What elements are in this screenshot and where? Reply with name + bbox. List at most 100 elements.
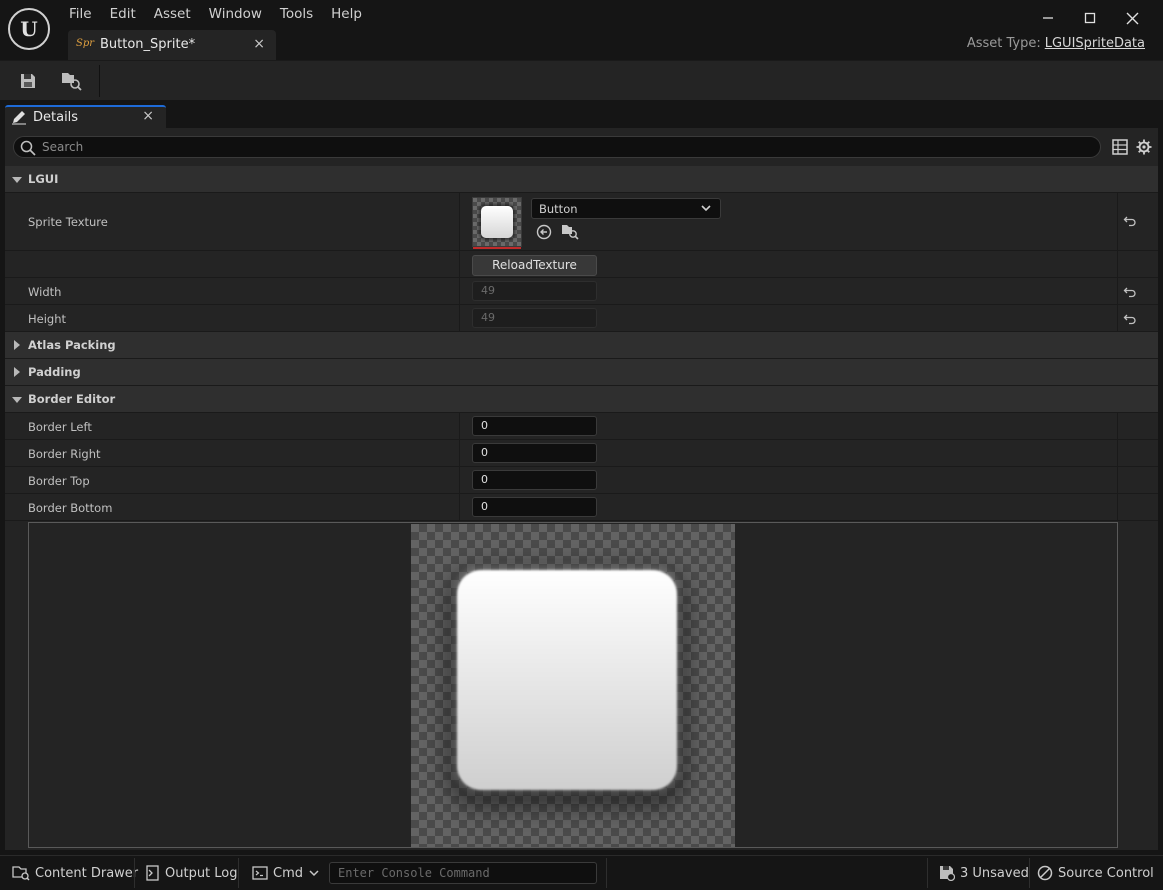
- menu-bar: File Edit Asset Window Tools Help: [60, 4, 371, 24]
- reset-column-divider: [1117, 305, 1118, 331]
- unreal-logo[interactable]: U: [8, 8, 50, 50]
- browse-icon[interactable]: [561, 224, 579, 240]
- column-splitter: [459, 251, 460, 277]
- output-log-button[interactable]: Output Log: [146, 856, 238, 890]
- title-bar: U File Edit Asset Window Tools Help Spr …: [0, 0, 1163, 60]
- window-controls: [1027, 6, 1153, 30]
- reset-column-divider: [1117, 440, 1118, 466]
- console-command-input[interactable]: [330, 863, 596, 883]
- width-label: Width: [28, 285, 62, 299]
- border-left-field[interactable]: 0: [472, 416, 597, 436]
- sprite-texture-thumbnail[interactable]: [472, 197, 522, 249]
- reset-arrow-icon[interactable]: [1123, 312, 1137, 326]
- unsaved-button[interactable]: 3 Unsaved: [939, 856, 1029, 890]
- details-search-bar: [13, 136, 1101, 158]
- border-bottom-field[interactable]: 0: [472, 497, 597, 517]
- column-splitter: [459, 413, 460, 439]
- expand-arrow-icon[interactable]: [12, 397, 22, 403]
- border-editor-preview[interactable]: [28, 522, 1118, 848]
- reset-column-divider: [1117, 467, 1118, 493]
- maximize-icon: [1084, 12, 1096, 24]
- status-separator: [606, 858, 607, 888]
- category-lgui[interactable]: LGUI: [5, 166, 1158, 193]
- status-bar: Content Drawer Output Log Cmd 3 Unsaved: [0, 855, 1163, 890]
- asset-picker-value: Button: [539, 202, 578, 216]
- status-separator: [134, 858, 135, 888]
- document-tab-title: Button_Sprite*: [100, 37, 196, 52]
- details-search-input[interactable]: [42, 137, 1092, 157]
- reload-texture-row: ReloadTexture: [5, 251, 1158, 278]
- browse-to-asset-button[interactable]: [57, 68, 85, 94]
- document-tab-close-button[interactable]: ×: [253, 36, 265, 52]
- column-splitter: [459, 467, 460, 493]
- status-separator: [927, 858, 928, 888]
- status-separator: [238, 858, 239, 888]
- status-separator: [1029, 858, 1030, 888]
- border-right-field[interactable]: 0: [472, 443, 597, 463]
- sprite-preview-canvas[interactable]: [411, 524, 735, 847]
- height-field: 49: [472, 308, 597, 328]
- chevron-down-icon: [701, 205, 711, 212]
- menu-edit[interactable]: Edit: [101, 4, 145, 24]
- asset-type-info: Asset Type: LGUISpriteData: [967, 36, 1145, 51]
- column-splitter: [459, 494, 460, 520]
- border-top-field[interactable]: 0: [472, 470, 597, 490]
- unsaved-label: 3 Unsaved: [960, 865, 1029, 881]
- browse-asset-icon: [62, 73, 82, 91]
- reset-column-divider: [1117, 193, 1118, 250]
- details-tab[interactable]: Details ×: [5, 105, 166, 128]
- use-selected-icon[interactable]: [536, 224, 552, 240]
- source-control-label: Source Control: [1058, 865, 1154, 881]
- reset-column-divider: [1117, 278, 1118, 304]
- minimize-button[interactable]: [1027, 6, 1069, 30]
- pencil-icon: [12, 111, 26, 125]
- expand-arrow-icon[interactable]: [14, 340, 20, 350]
- expand-arrow-icon[interactable]: [14, 367, 20, 377]
- border-bottom-label: Border Bottom: [28, 501, 113, 515]
- details-panel: LGUI Sprite Texture Button Re: [5, 128, 1158, 850]
- sprite-texture-row: Sprite Texture Button: [5, 193, 1158, 251]
- gear-icon[interactable]: [1136, 139, 1152, 155]
- output-log-icon: [146, 865, 159, 881]
- reset-column-divider: [1117, 413, 1118, 439]
- table-view-icon[interactable]: [1112, 139, 1128, 155]
- border-left-label: Border Left: [28, 420, 92, 434]
- close-icon: [1126, 12, 1138, 24]
- content-drawer-label: Content Drawer: [35, 865, 139, 881]
- category-label: Border Editor: [28, 392, 116, 406]
- menu-help[interactable]: Help: [322, 4, 371, 24]
- asset-type-link[interactable]: LGUISpriteData: [1045, 36, 1145, 51]
- reset-arrow-icon[interactable]: [1123, 285, 1137, 299]
- reset-arrow-icon[interactable]: [1123, 214, 1137, 228]
- sprite-texture-asset-picker[interactable]: Button: [531, 198, 721, 219]
- save-button[interactable]: [14, 68, 42, 94]
- height-row: Height 49: [5, 305, 1158, 332]
- chevron-down-icon: [309, 870, 319, 877]
- expand-arrow-icon[interactable]: [12, 177, 22, 183]
- source-control-button[interactable]: Source Control: [1037, 856, 1154, 890]
- asset-type-label: Asset Type:: [966, 36, 1041, 51]
- details-tab-close-button[interactable]: ×: [142, 108, 154, 124]
- reload-texture-button[interactable]: ReloadTexture: [472, 255, 597, 276]
- menu-file[interactable]: File: [60, 4, 101, 24]
- close-window-button[interactable]: [1111, 6, 1153, 30]
- asset-toolbar: [0, 60, 1163, 100]
- menu-window[interactable]: Window: [200, 4, 271, 24]
- toolbar-separator: [99, 65, 100, 97]
- category-atlas-packing[interactable]: Atlas Packing: [5, 332, 1158, 359]
- document-tab[interactable]: Spr Button_Sprite* ×: [68, 30, 276, 60]
- cmd-dropdown[interactable]: Cmd: [252, 856, 319, 890]
- content-drawer-button[interactable]: Content Drawer: [12, 856, 138, 890]
- column-splitter: [459, 193, 460, 250]
- height-label: Height: [28, 312, 67, 326]
- menu-asset[interactable]: Asset: [145, 4, 200, 24]
- category-label: Padding: [28, 365, 81, 379]
- width-field: 49: [472, 281, 597, 301]
- output-log-label: Output Log: [165, 865, 238, 881]
- menu-tools[interactable]: Tools: [271, 4, 322, 24]
- panel-tab-bar: Details ×: [0, 100, 1163, 128]
- category-padding[interactable]: Padding: [5, 359, 1158, 386]
- console-command-box: [329, 862, 597, 884]
- maximize-button[interactable]: [1069, 6, 1111, 30]
- category-border-editor[interactable]: Border Editor: [5, 386, 1158, 413]
